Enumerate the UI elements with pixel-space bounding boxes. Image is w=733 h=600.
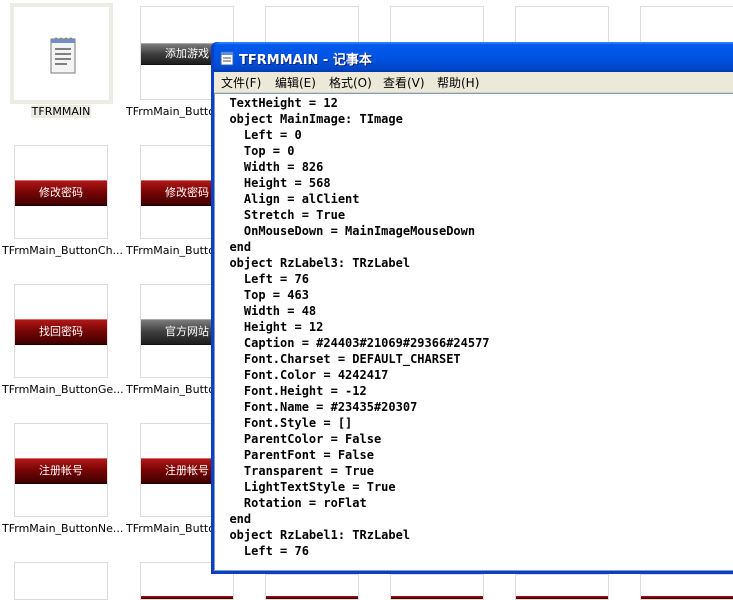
text-line: Transparent = True — [215, 464, 374, 478]
file-thumbnail-tfrmmain[interactable] — [10, 3, 113, 104]
text-line: Left = 0 — [215, 128, 302, 142]
button-image — [266, 596, 358, 599]
text-line: LightTextStyle = True — [215, 480, 396, 494]
text-line: Width = 826 — [215, 160, 324, 174]
text-line: end — [215, 512, 252, 526]
file-thumbnail[interactable]: 修改密码 — [14, 145, 108, 239]
file-thumbnail[interactable] — [390, 574, 484, 600]
text-line: Top = 0 — [215, 144, 295, 158]
text-line: object MainImage: TImage — [215, 112, 403, 126]
change-password-button-image: 修改密码 — [15, 180, 107, 206]
text-line: Font.Style = [] — [215, 416, 353, 430]
text-line: Width = 48 — [215, 304, 317, 318]
text-line: Font.Charset = DEFAULT_CHARSET — [215, 352, 461, 366]
file-thumbnail[interactable] — [640, 574, 733, 600]
text-line: Top = 463 — [215, 288, 309, 302]
text-line: object RzLabel3: TRzLabel — [215, 256, 411, 270]
text-line: Font.Name = #23435#20307 — [215, 400, 418, 414]
register-account-button-image: 注册帐号 — [15, 458, 107, 484]
text-line: ParentColor = False — [215, 432, 382, 446]
text-editor[interactable]: TextHeight = 12 object MainImage: TImage… — [214, 93, 733, 571]
notepad-document-icon — [50, 37, 76, 74]
menu-format[interactable]: 格式(O) — [329, 74, 372, 91]
text-line: Left = 76 — [215, 544, 309, 558]
notepad-window: TFRMMAIN - 记事本 文件(F) 编辑(E) 格式(O) 查看(V) 帮… — [211, 42, 733, 574]
recover-password-button-image: 找回密码 — [15, 319, 107, 345]
button-image — [641, 596, 733, 599]
window-title: TFRMMAIN - 记事本 — [239, 53, 372, 68]
button-image — [141, 596, 233, 599]
menu-bar: 文件(F) 编辑(E) 格式(O) 查看(V) 帮助(H) — [214, 72, 733, 93]
title-bar[interactable]: TFRMMAIN - 记事本 — [214, 42, 733, 72]
menu-edit[interactable]: 编辑(E) — [275, 74, 316, 91]
text-line: Stretch = True — [215, 208, 346, 222]
text-line: Height = 12 — [215, 320, 324, 334]
menu-file[interactable]: 文件(F) — [221, 74, 261, 91]
text-line: object RzLabel1: TRzLabel — [215, 528, 411, 542]
file-caption-tfrmmain[interactable]: TFRMMAIN — [0, 105, 122, 118]
text-line: TextHeight = 12 — [215, 96, 338, 110]
text-line: Font.Color = 4242417 — [215, 368, 389, 382]
text-line: ParentFont = False — [215, 448, 374, 462]
file-caption[interactable]: TFrmMain_ButtonCh... — [2, 244, 124, 257]
text-line: Left = 76 — [215, 272, 309, 286]
file-thumbnail[interactable] — [14, 562, 108, 600]
file-thumbnail[interactable] — [515, 574, 609, 600]
file-caption[interactable]: TFrmMain_ButtonNe... — [2, 522, 124, 535]
menu-help[interactable]: 帮助(H) — [437, 74, 479, 91]
button-image — [516, 596, 608, 599]
notepad-app-icon — [220, 51, 234, 66]
file-thumbnail[interactable] — [265, 574, 359, 600]
text-line: Height = 568 — [215, 176, 331, 190]
text-line: end — [215, 240, 252, 254]
text-line: OnMouseDown = MainImageMouseDown — [215, 224, 476, 238]
file-caption[interactable]: TFrmMain_ButtonGe... — [2, 383, 124, 396]
text-line: Align = alClient — [215, 192, 360, 206]
menu-view[interactable]: 查看(V) — [383, 74, 425, 91]
button-image — [391, 596, 483, 599]
file-thumbnail[interactable]: 注册帐号 — [14, 423, 108, 517]
file-thumbnail[interactable]: 找回密码 — [14, 284, 108, 378]
text-line: Font.Height = -12 — [215, 384, 367, 398]
text-line: Caption = #24403#21069#29366#24577 — [215, 336, 490, 350]
text-line: Rotation = roFlat — [215, 496, 367, 510]
